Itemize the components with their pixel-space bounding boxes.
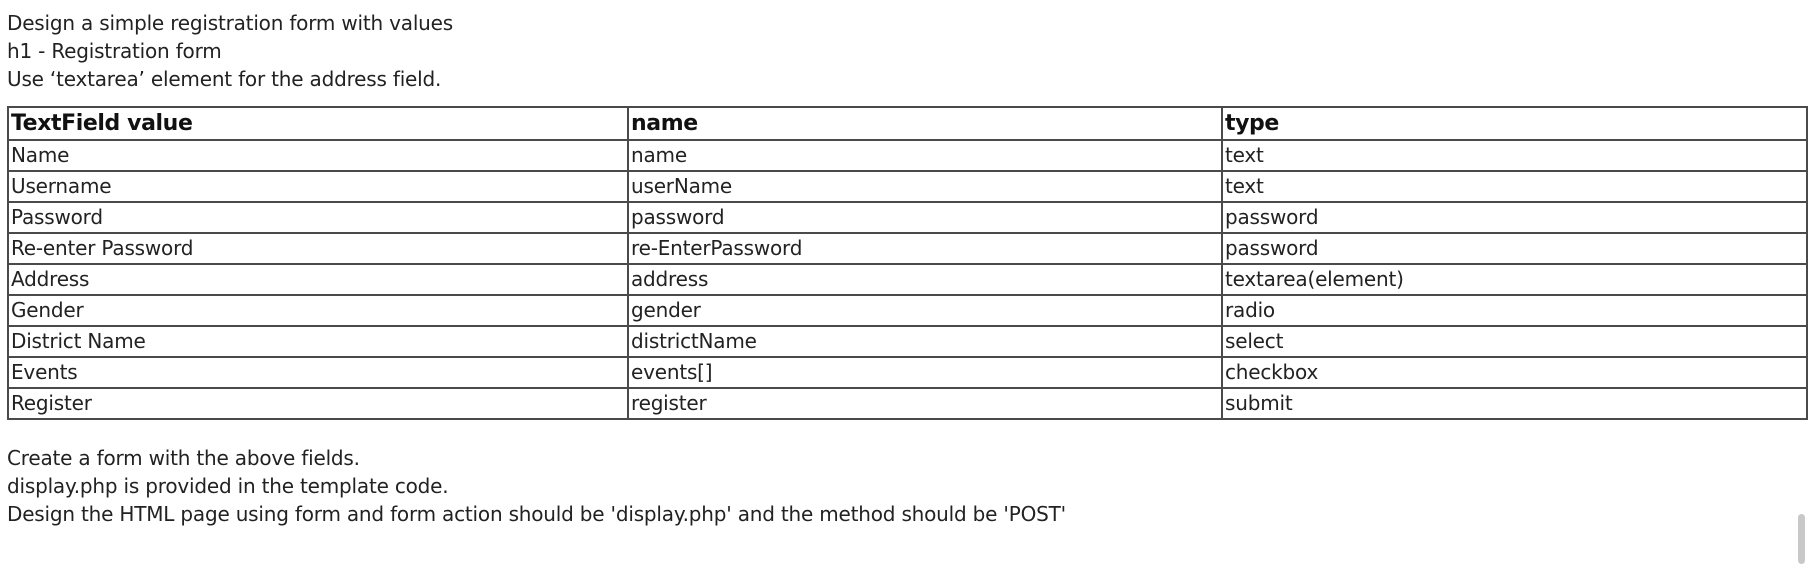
cell-name: password (627, 201, 1223, 234)
cell-type: radio (1221, 294, 1808, 327)
cell-textfield-value: Register (7, 387, 629, 420)
intro-line-2: h1 - Registration form (7, 39, 222, 63)
cell-textfield-value: Address (7, 263, 629, 296)
cell-textfield-value: Events (7, 356, 629, 389)
cell-textfield-value: Gender (7, 294, 629, 327)
table-row: Re-enter Password re-EnterPassword passw… (7, 232, 1808, 265)
cell-textfield-value: Re-enter Password (7, 232, 629, 265)
cell-name: address (627, 263, 1223, 296)
outro-line-3: Design the HTML page using form and form… (7, 502, 1066, 526)
table-row: Address address textarea(element) (7, 263, 1808, 296)
table-row: Username userName text (7, 170, 1808, 203)
cell-name: gender (627, 294, 1223, 327)
cell-type: checkbox (1221, 356, 1808, 389)
intro-line-1: Design a simple registration form with v… (7, 11, 453, 35)
cell-textfield-value: Name (7, 139, 629, 172)
table-row: Gender gender radio (7, 294, 1808, 327)
instructions-panel: Design a simple registration form with v… (7, 9, 1808, 528)
cell-type: password (1221, 201, 1808, 234)
cell-name: name (627, 139, 1223, 172)
cell-textfield-value: Password (7, 201, 629, 234)
cell-name: re-EnterPassword (627, 232, 1223, 265)
table-row: Password password password (7, 201, 1808, 234)
cell-type: text (1221, 170, 1808, 203)
cell-name: districtName (627, 325, 1223, 358)
cell-type: submit (1221, 387, 1808, 420)
cell-name: register (627, 387, 1223, 420)
cell-type: password (1221, 232, 1808, 265)
column-header-name: name (627, 106, 1223, 141)
vertical-scrollbar-thumb[interactable] (1798, 514, 1805, 564)
outro-line-1: Create a form with the above fields. (7, 446, 360, 470)
field-spec-table: TextField value name type Name name text… (7, 106, 1808, 420)
cell-name: userName (627, 170, 1223, 203)
table-header-row: TextField value name type (7, 106, 1808, 141)
cell-name: events[] (627, 356, 1223, 389)
cell-type: text (1221, 139, 1808, 172)
outro-block: Create a form with the above fields. dis… (7, 444, 1807, 528)
intro-line-3: Use ‘textarea’ element for the address f… (7, 67, 442, 91)
table-row: Register register submit (7, 387, 1808, 420)
column-header-textfield-value: TextField value (7, 106, 629, 141)
cell-textfield-value: Username (7, 170, 629, 203)
table-row: Events events[] checkbox (7, 356, 1808, 389)
table-row: District Name districtName select (7, 325, 1808, 358)
cell-type: textarea(element) (1221, 263, 1808, 296)
table-row: Name name text (7, 139, 1808, 172)
cell-textfield-value: District Name (7, 325, 629, 358)
column-header-type: type (1221, 106, 1808, 141)
outro-line-2: display.php is provided in the template … (7, 474, 449, 498)
cell-type: select (1221, 325, 1808, 358)
